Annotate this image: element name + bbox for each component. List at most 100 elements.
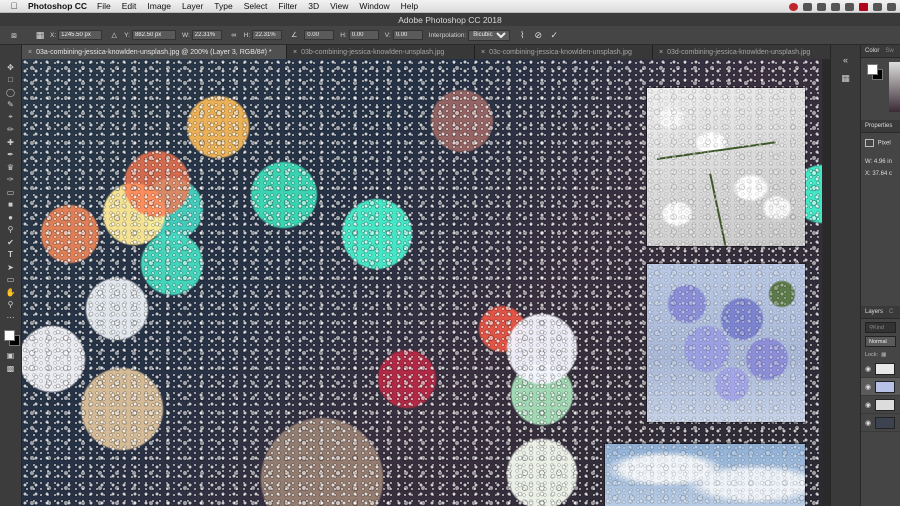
tab-03a[interactable]: × 03a-combining-jessica-knowlden-unsplas… xyxy=(22,45,287,59)
close-tab-icon[interactable]: × xyxy=(28,49,32,56)
color-spectrum-slider[interactable] xyxy=(889,62,900,112)
tab-color[interactable]: Color Sw xyxy=(861,45,900,58)
reference-point-icon[interactable]: ▦ xyxy=(34,29,46,41)
dodge-tool-icon[interactable]: ⚲ xyxy=(3,225,19,236)
properties-kind: Pixel xyxy=(877,140,891,147)
layer-row[interactable]: ◉ xyxy=(861,360,900,378)
layer-row[interactable]: ◉ xyxy=(861,414,900,432)
crop-tool-icon[interactable]: ⌖ xyxy=(3,112,19,123)
tab-03c[interactable]: × 03c-combining-jessica-knowlden-unsplas… xyxy=(475,45,653,59)
tab-03b[interactable]: × 03b-combining-jessica-knowlden-unsplas… xyxy=(287,45,475,59)
menu-layer[interactable]: Layer xyxy=(182,1,203,11)
transform-tool-icon[interactable]: ⧈ xyxy=(8,29,20,41)
foreground-color-swatch[interactable] xyxy=(3,329,15,341)
tab-layers[interactable]: Layers C xyxy=(861,306,900,319)
orchid-photo-layer[interactable] xyxy=(647,88,805,246)
eye-icon[interactable]: ◉ xyxy=(865,383,875,391)
more-tools-icon[interactable]: ⋯ xyxy=(3,312,19,323)
shape-tool-icon[interactable]: ▭ xyxy=(3,275,19,286)
menu-edit[interactable]: Edit xyxy=(122,1,137,11)
blur-tool-icon[interactable]: ● xyxy=(3,212,19,223)
menu-type[interactable]: Type xyxy=(214,1,232,11)
marquee-tool-icon[interactable]: □ xyxy=(3,75,19,86)
h-input[interactable] xyxy=(252,30,283,40)
app-status-icon[interactable] xyxy=(859,2,868,11)
volume-icon[interactable] xyxy=(831,2,840,11)
history-brush-tool-icon[interactable]: ✑ xyxy=(3,175,19,186)
menu-image[interactable]: Image xyxy=(147,1,171,11)
quick-select-tool-icon[interactable]: ✎ xyxy=(3,100,19,111)
healing-brush-tool-icon[interactable]: ✚ xyxy=(3,137,19,148)
dropbox-icon[interactable] xyxy=(803,2,812,11)
quick-mask-icon[interactable]: ▣ xyxy=(3,351,19,362)
swatches-tab-label[interactable]: Sw xyxy=(885,48,893,54)
link-icon[interactable]: ∞ xyxy=(228,29,240,41)
warp-mode-icon[interactable]: ⌇ xyxy=(516,29,528,41)
prop-x-value[interactable]: 37.64 c xyxy=(872,171,892,177)
color-swatches[interactable] xyxy=(3,329,20,346)
pen-tool-icon[interactable]: ✔ xyxy=(3,237,19,248)
eraser-tool-icon[interactable]: ▭ xyxy=(3,187,19,198)
spotlight-search-icon[interactable] xyxy=(873,2,882,11)
app-menu-photoshop[interactable]: Photoshop CC xyxy=(28,1,87,11)
menu-view[interactable]: View xyxy=(330,1,348,11)
eye-icon[interactable]: ◉ xyxy=(865,365,875,373)
y-input[interactable] xyxy=(131,30,176,40)
apple-menu-icon[interactable]:  xyxy=(6,1,22,11)
menu-select[interactable]: Select xyxy=(244,1,268,11)
document-canvas[interactable] xyxy=(22,59,830,506)
x-label: X: xyxy=(50,31,57,39)
lock-transparency-icon[interactable]: ▦ xyxy=(881,352,886,358)
menu-help[interactable]: Help xyxy=(401,1,418,11)
type-tool-icon[interactable]: T xyxy=(3,250,19,261)
blue-flowers-photo-layer[interactable] xyxy=(647,264,805,422)
angle-input[interactable] xyxy=(304,30,335,40)
wifi-icon[interactable] xyxy=(817,2,826,11)
clone-stamp-tool-icon[interactable]: ♛ xyxy=(3,162,19,173)
eye-icon[interactable]: ◉ xyxy=(865,401,875,409)
prop-w-value[interactable]: 4.96 in xyxy=(874,159,892,165)
menu-filter[interactable]: Filter xyxy=(278,1,297,11)
foreground-color-chip[interactable] xyxy=(867,64,878,75)
menu-file[interactable]: File xyxy=(97,1,111,11)
layer-row[interactable]: ◉ xyxy=(861,378,900,396)
cancel-transform-icon[interactable]: ⊘ xyxy=(532,29,544,41)
close-tab-icon[interactable]: × xyxy=(481,49,485,56)
libraries-icon[interactable]: ▦ xyxy=(839,73,853,85)
menu-3d[interactable]: 3D xyxy=(308,1,319,11)
mac-menubar:  Photoshop CC File Edit Image Layer Typ… xyxy=(0,0,900,13)
brush-tool-icon[interactable]: ✒ xyxy=(3,150,19,161)
x-input[interactable] xyxy=(58,30,103,40)
commit-transform-icon[interactable]: ✓ xyxy=(548,29,560,41)
hskew-input[interactable] xyxy=(348,30,379,40)
panel-collapse-icon[interactable]: « xyxy=(839,55,853,67)
tab-properties[interactable]: Properties xyxy=(861,120,900,133)
channels-tab-label[interactable]: C xyxy=(889,309,893,315)
blend-mode-select[interactable]: Normal xyxy=(865,336,896,347)
layers-filter[interactable]: ⚲ Kind xyxy=(865,322,896,333)
gradient-tool-icon[interactable]: ■ xyxy=(3,200,19,211)
notification-center-icon[interactable] xyxy=(887,2,896,11)
tab-03d[interactable]: × 03d-combining-jessica-knowlden-unsplas… xyxy=(653,45,843,59)
zoom-tool-icon[interactable]: ⚲ xyxy=(3,300,19,311)
move-tool-icon[interactable]: ✥ xyxy=(3,62,19,73)
close-tab-icon[interactable]: × xyxy=(293,49,297,56)
path-select-tool-icon[interactable]: ➤ xyxy=(3,262,19,273)
creative-cloud-icon[interactable] xyxy=(789,2,798,11)
close-tab-icon[interactable]: × xyxy=(659,49,663,56)
color-panel[interactable] xyxy=(861,58,900,120)
screen-mode-icon[interactable]: ▩ xyxy=(3,363,19,374)
layer-row[interactable]: ◉ xyxy=(861,396,900,414)
relative-position-icon[interactable]: △ xyxy=(108,29,120,41)
eyedropper-tool-icon[interactable]: ✏ xyxy=(3,125,19,136)
vertical-scrollbar[interactable] xyxy=(822,59,830,506)
lasso-tool-icon[interactable]: ◯ xyxy=(3,87,19,98)
battery-icon[interactable] xyxy=(845,2,854,11)
hand-tool-icon[interactable]: ✋ xyxy=(3,287,19,298)
menu-window[interactable]: Window xyxy=(359,1,389,11)
sky-photo-layer[interactable] xyxy=(605,444,805,506)
interpolation-select[interactable]: Bicubic xyxy=(468,29,511,41)
eye-icon[interactable]: ◉ xyxy=(865,419,875,427)
vskew-input[interactable] xyxy=(392,30,423,40)
w-input[interactable] xyxy=(191,30,222,40)
